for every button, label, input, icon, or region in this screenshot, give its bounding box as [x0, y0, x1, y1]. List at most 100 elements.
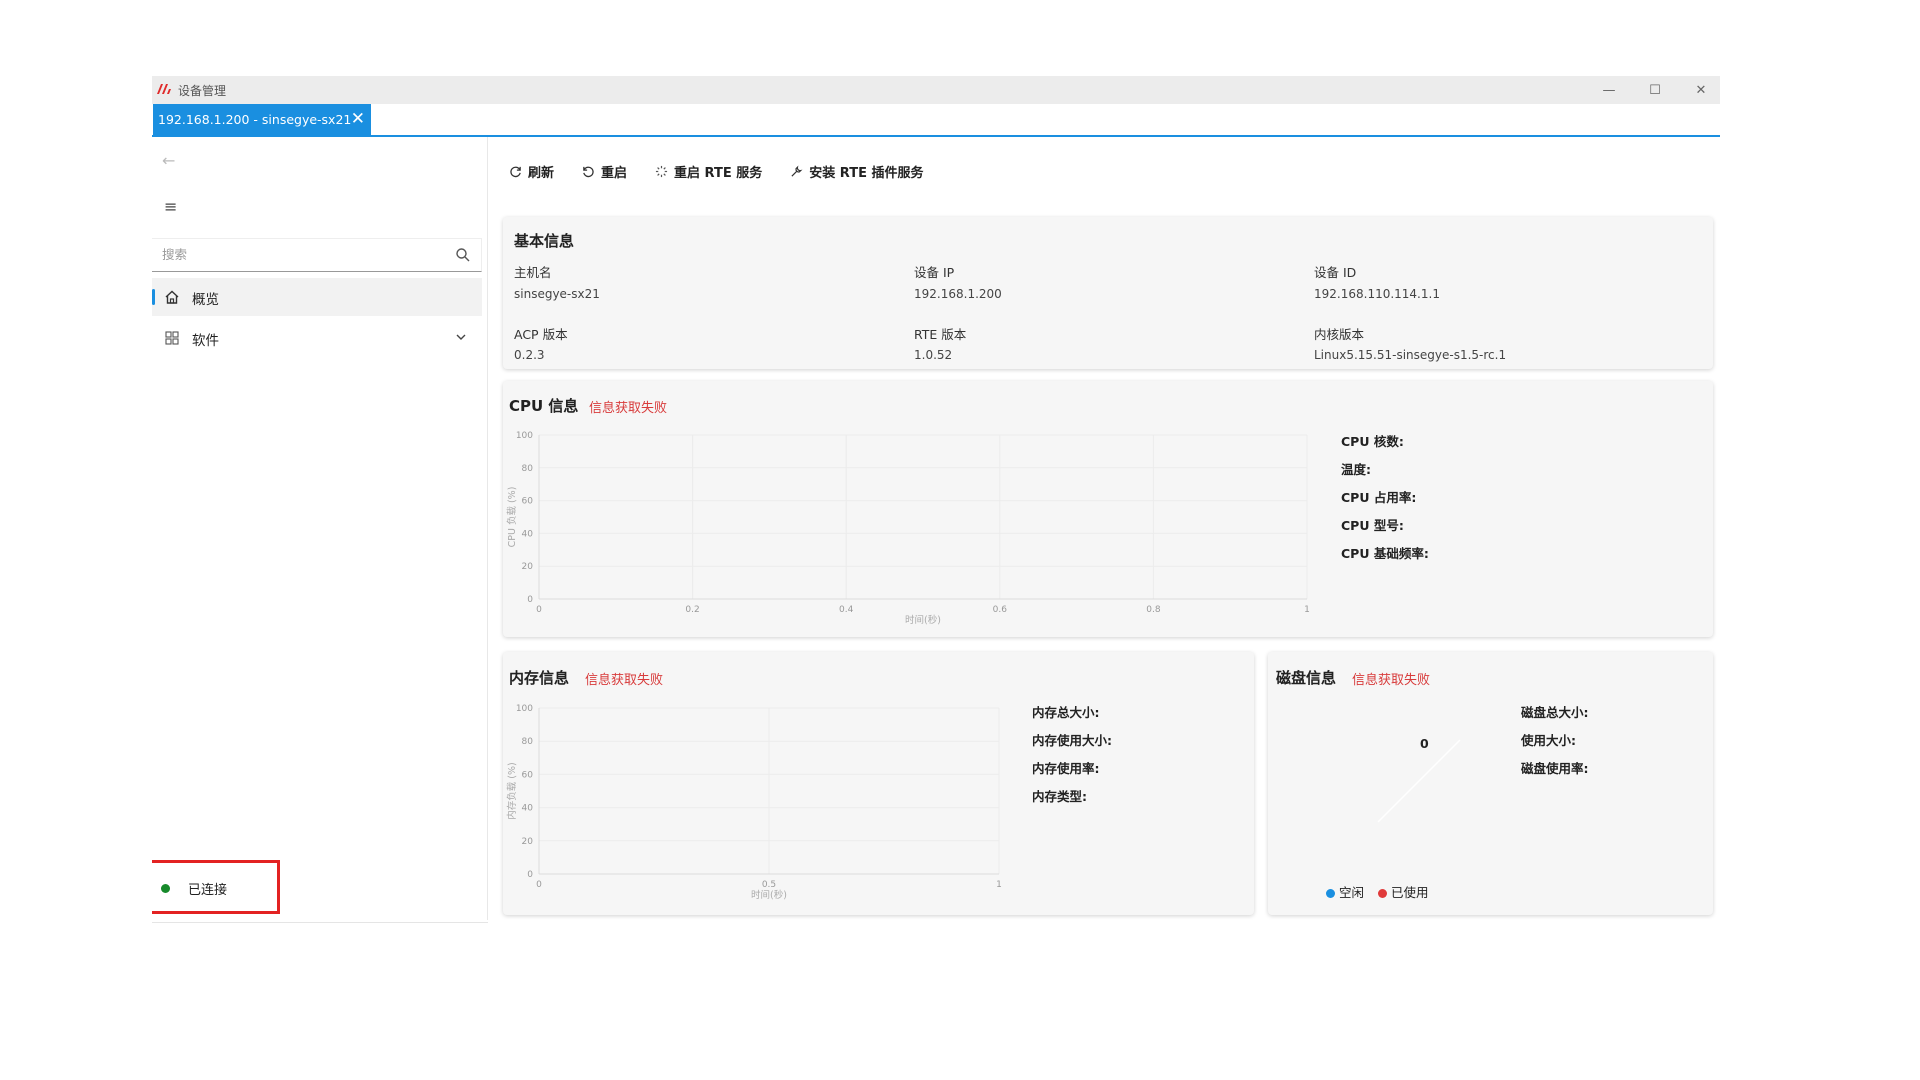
minimize-icon: — [1602, 82, 1616, 98]
restart-rte-button[interactable]: 重启 RTE 服务 [655, 159, 762, 183]
disk-pie-chart [1377, 739, 1461, 823]
y-tick-label: 0 [527, 595, 533, 605]
y-tick-label: 60 [522, 770, 534, 780]
sidebar: ← ≡ 概览 软件 [152, 137, 488, 923]
cpu-info-card: CPU 信息 信息获取失败 100 80 60 40 20 0 0 0.2 0.4 0.6 0.8 1… [503, 381, 1713, 637]
install-rte-button[interactable]: 安装 RTE 插件服务 [790, 159, 924, 183]
app-logo-icon [157, 84, 171, 94]
y-tick-label: 100 [516, 704, 533, 714]
title-bar: 设备管理 — ☐ ✕ [152, 76, 1720, 104]
legend-item-used[interactable]: 已使用 [1378, 885, 1429, 900]
sidebar-item-software[interactable]: 软件 [152, 319, 482, 357]
cpu-load-chart: 100 80 60 40 20 00 0.2 0.4 0.6 0.8 1 时间(秒) CPU 负载 (%… [506, 431, 1310, 626]
x-tick-label: 0.8 [1146, 605, 1161, 615]
disk-legend: 空闲 已使用 [1326, 882, 1429, 901]
tab-label: 192.168.1.200 - sinsegye-sx21 [158, 112, 352, 127]
refresh-label: 刷新 [528, 165, 555, 181]
y-axis-title: CPU 负载 (%) [506, 487, 518, 548]
rte-version-value: 1.0.52 [914, 348, 953, 362]
memory-info-card: 内存信息 信息获取失败 100 80 60 40 20 0 0 0.5 1 时间(秒) 内存负载 (… [503, 652, 1254, 915]
sidebar-item-overview[interactable]: 概览 [152, 278, 482, 316]
disk-total-label: 磁盘总大小: [1521, 705, 1589, 720]
tab-device[interactable]: 192.168.1.200 - sinsegye-sx21 ✕ [153, 104, 371, 135]
cpu-usage-label: CPU 占用率: [1341, 490, 1417, 505]
memory-total-label: 内存总大小: [1032, 705, 1100, 720]
y-tick-label: 60 [522, 497, 534, 507]
restart-icon [583, 166, 594, 177]
connection-status: 已连接 [152, 860, 280, 914]
memory-usage-label: 内存使用率: [1032, 761, 1100, 776]
x-tick-label: 0.4 [839, 605, 854, 615]
chevron-down-icon[interactable] [454, 330, 468, 344]
maximize-icon: ☐ [1649, 82, 1661, 98]
disk-used-label: 使用大小: [1521, 733, 1576, 748]
loading-icon [655, 165, 668, 177]
kernel-version-value: Linux5.15.51-sinsegye-s1.5-rc.1 [1314, 348, 1507, 362]
toolbar: 刷新 重启 重启 RTE 服务 安装 RTE 插件服务 [509, 159, 924, 183]
sidebar-divider [152, 922, 488, 923]
back-arrow-icon[interactable]: ← [162, 151, 175, 170]
basic-info-title: 基本信息 [514, 232, 575, 250]
home-icon [165, 290, 179, 304]
legend-used-label: 已使用 [1391, 885, 1429, 900]
status-label: 已连接 [188, 883, 228, 898]
cpu-frequency-label: CPU 基础频率: [1341, 546, 1429, 561]
sidebar-item-label: 软件 [192, 333, 219, 349]
maximize-button[interactable]: ☐ [1632, 78, 1678, 102]
y-tick-label: 80 [522, 464, 534, 474]
pie-label-line [1377, 761, 1439, 823]
search-box [152, 238, 482, 272]
install-rte-label: 安装 RTE 插件服务 [809, 165, 924, 181]
device-ip-label: 设备 IP [914, 265, 955, 280]
refresh-button[interactable]: 刷新 [509, 159, 554, 183]
y-tick-label: 20 [522, 837, 534, 847]
device-id-value: 192.168.110.114.1.1 [1314, 287, 1440, 301]
close-window-button[interactable]: ✕ [1678, 78, 1724, 102]
legend-dot-icon [1326, 889, 1335, 898]
restart-button[interactable]: 重启 [582, 159, 627, 183]
kernel-version-label: 内核版本 [1314, 327, 1365, 342]
search-input[interactable] [162, 239, 442, 269]
basic-info-card: 基本信息 主机名 sinsegye-sx21 设备 IP 192.168.1.2… [503, 217, 1713, 369]
active-indicator [152, 289, 155, 305]
tab-bar: 192.168.1.200 - sinsegye-sx21 ✕ [152, 104, 1720, 137]
memory-used-label: 内存使用大小: [1032, 733, 1112, 748]
device-id-label: 设备 ID [1314, 265, 1357, 280]
acp-version-label: ACP 版本 [514, 327, 568, 342]
y-tick-label: 0 [527, 870, 533, 880]
hostname-value: sinsegye-sx21 [514, 287, 600, 301]
main-content: 刷新 重启 重启 RTE 服务 安装 RTE 插件服务 基本信息 主机名 sin… [489, 137, 1720, 920]
x-tick-label: 1 [996, 880, 1002, 890]
tab-close-icon[interactable]: ✕ [351, 110, 365, 128]
cpu-error-text: 信息获取失败 [589, 401, 668, 416]
memory-info-title: 内存信息 [509, 669, 570, 687]
y-tick-label: 40 [522, 529, 534, 539]
x-tick-label: 0 [536, 605, 542, 615]
disk-error-text: 信息获取失败 [1352, 673, 1431, 688]
cpu-temperature-label: 温度: [1341, 462, 1371, 477]
close-icon: ✕ [1695, 82, 1707, 98]
y-tick-label: 80 [522, 737, 534, 747]
window-title: 设备管理 [178, 84, 227, 98]
grid-icon [165, 331, 179, 345]
x-tick-label: 0.2 [685, 605, 699, 615]
restart-rte-label: 重启 RTE 服务 [674, 165, 763, 181]
app-window: 设备管理 — ☐ ✕ 192.168.1.200 - sinsegye-sx21… [152, 76, 1720, 923]
y-tick-label: 100 [516, 431, 533, 441]
refresh-icon [510, 166, 521, 177]
minimize-button[interactable]: — [1586, 78, 1632, 102]
hamburger-menu-icon[interactable]: ≡ [164, 197, 177, 216]
search-icon[interactable] [455, 247, 471, 263]
y-tick-label: 20 [522, 562, 534, 572]
legend-item-free[interactable]: 空闲 [1326, 885, 1364, 900]
disk-usage-label: 磁盘使用率: [1521, 761, 1589, 776]
wrench-icon [791, 165, 803, 177]
y-axis-title: 内存负载 (%) [506, 762, 518, 819]
rte-version-label: RTE 版本 [914, 327, 967, 342]
memory-type-label: 内存类型: [1032, 789, 1087, 804]
pie-label-line [1437, 739, 1461, 763]
y-tick-label: 40 [522, 804, 534, 814]
x-tick-label: 0.5 [762, 880, 776, 890]
cpu-cores-label: CPU 核数: [1341, 434, 1404, 449]
memory-error-text: 信息获取失败 [585, 673, 664, 688]
